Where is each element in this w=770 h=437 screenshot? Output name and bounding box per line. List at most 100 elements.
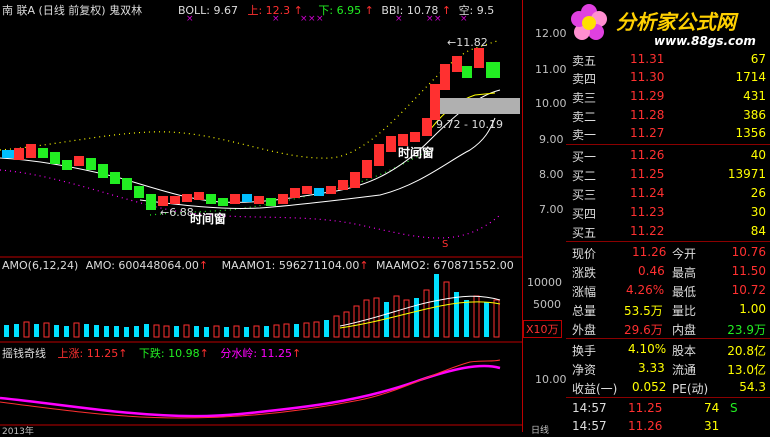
stat-label: 外盘: [572, 323, 597, 337]
bid-row[interactable]: 买一 11.26 40: [566, 146, 770, 164]
stat-row: 涨幅 4.26% 最低 10.72: [566, 281, 770, 299]
ask-price: 11.31: [630, 52, 665, 66]
stat-value: 0.46: [638, 264, 665, 278]
stat-label: 流通: [672, 363, 697, 377]
amo-header: AMO(6,12,24) AMO: 600448064.00↑ MAAMO1: …: [2, 259, 514, 272]
stat-value: 4.26%: [626, 283, 665, 297]
tick-row[interactable]: 14:57 11.25 74 S: [566, 399, 770, 417]
stat-value: 4.10%: [628, 342, 667, 356]
axis-tick: 10.00: [535, 97, 567, 110]
axis-tick: 11.00: [535, 63, 567, 76]
bid-label: 买一: [572, 150, 597, 164]
svg-text:×: ×: [426, 14, 434, 24]
logo-title: 分析家公式网: [616, 10, 736, 34]
svg-text:×: ×: [300, 14, 308, 24]
ask-volume: 1714: [735, 70, 766, 84]
stat-value: 0.052: [632, 380, 667, 394]
stat-label: 今开: [672, 247, 697, 261]
divider: [566, 338, 770, 339]
bid-volume: 30: [750, 205, 766, 219]
chart-svg: × × × × × × × × × S: [0, 14, 522, 426]
yq-fen-value: 分水岭: 11.25: [220, 347, 293, 360]
x-axis-year: 2013年: [2, 427, 34, 437]
bid-price: 11.23: [630, 205, 665, 219]
flower-logo-icon: [571, 4, 607, 40]
bid-label: 买四: [572, 207, 597, 221]
range-label: 9.72 - 10.19: [436, 118, 503, 131]
svg-text:×: ×: [316, 14, 324, 24]
stat-label: 换手: [572, 344, 597, 358]
quote-panel: 分析家公式网 www.88gs.com 卖五 11.31 67 卖四 11.30 171…: [566, 0, 770, 435]
ask-row[interactable]: 卖三 11.29 431: [566, 87, 770, 105]
ask-volume: 386: [743, 108, 766, 122]
amo-unit: X10万: [523, 320, 562, 338]
high-price-value: 11.82: [456, 36, 488, 49]
stat-label: 涨跌: [572, 266, 597, 280]
kline-chart-area[interactable]: 南 联A (日线 前复权) 鬼双林 BOLL: 9.67 上: 12.3 ↑ 下…: [0, 0, 522, 437]
svg-text:×: ×: [434, 14, 442, 24]
amo-title: AMO(6,12,24): [2, 259, 79, 272]
ask-price: 11.27: [630, 126, 665, 140]
stat-label: 净资: [572, 363, 597, 377]
divider: [566, 144, 770, 145]
ask-row[interactable]: 卖五 11.31 67: [566, 50, 770, 68]
svg-text:×: ×: [395, 14, 403, 24]
amo-axis-tick: 10000: [527, 276, 562, 289]
axis-tick: 12.00: [535, 27, 567, 40]
ask-label: 卖四: [572, 72, 597, 86]
ask-price: 11.28: [630, 108, 665, 122]
bid-row[interactable]: 买二 11.25 13971: [566, 165, 770, 183]
tick-volume: 31: [704, 419, 720, 433]
bid-volume: 13971: [727, 167, 766, 181]
stat-label: 最高: [672, 266, 697, 280]
ask-row[interactable]: 卖二 11.28 386: [566, 106, 770, 124]
bid-row[interactable]: 买五 11.22 84: [566, 222, 770, 240]
bid-price: 11.26: [630, 148, 665, 162]
svg-text:×: ×: [272, 14, 280, 24]
bid-price: 11.24: [630, 186, 665, 200]
ask-label: 卖三: [572, 91, 597, 105]
stat-row: 涨跌 0.46 最高 11.50: [566, 262, 770, 280]
low-price-label: ←6.88: [160, 206, 194, 219]
ask-label: 卖二: [572, 110, 597, 124]
svg-text:×: ×: [460, 14, 468, 24]
amo-value: AMO: 600448064.00: [85, 259, 199, 272]
stat2-row: 净资 3.33 流通 13.0亿: [566, 359, 770, 377]
stat-row: 现价 11.26 今开 10.76: [566, 243, 770, 261]
svg-text:×: ×: [308, 14, 316, 24]
tick-time: 14:57: [572, 401, 607, 415]
divider: [566, 397, 770, 398]
time-window-label-2: 时间窗: [190, 212, 227, 226]
stat-value: 13.0亿: [727, 363, 766, 377]
stat-value: 29.6万: [624, 323, 663, 337]
stat-label: PE(动): [672, 382, 709, 396]
ask-row[interactable]: 卖一 11.27 1356: [566, 124, 770, 142]
stat-value: 10.72: [731, 283, 766, 297]
stat-value: 11.26: [632, 245, 667, 259]
yq-down-value: 下跌: 10.98: [138, 347, 200, 360]
stat-value: 53.5万: [624, 304, 663, 318]
svg-text:×: ×: [186, 14, 194, 24]
bid-volume: 26: [750, 186, 766, 200]
stat-value: 1.00: [739, 302, 766, 316]
axis-tick: 8.00: [539, 168, 564, 181]
bid-row[interactable]: 买四 11.23 30: [566, 203, 770, 221]
bid-label: 买二: [572, 169, 597, 183]
bid-row[interactable]: 买三 11.24 26: [566, 184, 770, 202]
stat-value: 10.76: [731, 245, 766, 259]
s-marker-text: S: [442, 239, 448, 250]
yq-up-value: 上涨: 11.25: [57, 347, 119, 360]
tick-flag: S: [730, 401, 738, 415]
maamo1-value: MAAMO1: 596271104.00: [221, 259, 360, 272]
ask-price: 11.30: [630, 70, 665, 84]
tick-row[interactable]: 14:57 11.26 31: [566, 417, 770, 435]
ask-volume: 67: [750, 52, 766, 66]
yq-axis-tick: 10.00: [535, 373, 567, 386]
stat-value: 54.3: [739, 380, 766, 394]
ask-row[interactable]: 卖四 11.30 1714: [566, 68, 770, 86]
bid-label: 买三: [572, 188, 597, 202]
axis-tick: 9.00: [539, 133, 564, 146]
bid-price: 11.22: [630, 224, 665, 238]
ask-volume: 431: [743, 89, 766, 103]
ask-label: 卖一: [572, 128, 597, 142]
